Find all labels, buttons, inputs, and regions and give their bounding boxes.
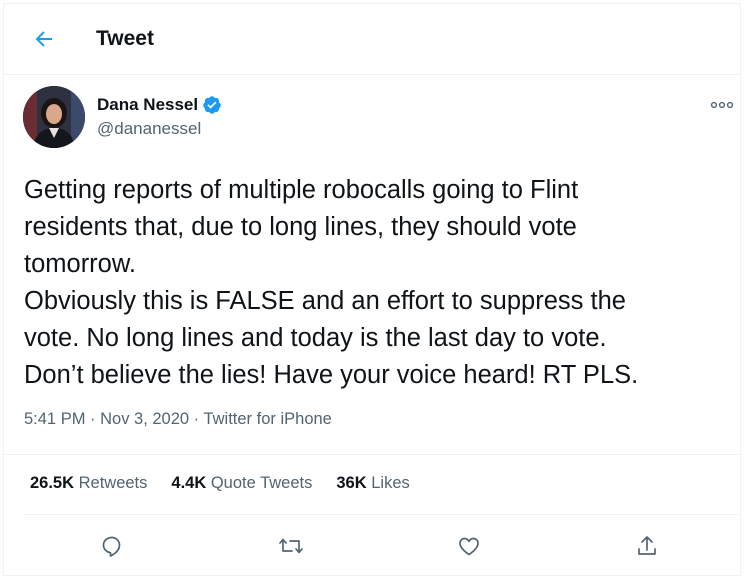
retweets-label: Retweets	[74, 474, 148, 492]
retweets-stat[interactable]: 26.5K Retweets	[30, 474, 147, 493]
avatar[interactable]	[23, 86, 85, 148]
divider	[24, 514, 739, 515]
share-button[interactable]	[632, 531, 662, 561]
author-name[interactable]: Dana Nessel	[97, 95, 222, 115]
reply-icon	[102, 536, 121, 557]
verified-badge-icon	[203, 96, 221, 114]
more-options-button[interactable]	[707, 94, 737, 116]
tweet-meta[interactable]: 5:41 PM · Nov 3, 2020 · Twitter for iPho…	[24, 410, 332, 429]
like-icon	[459, 537, 479, 556]
tweet-text: Getting reports of multiple robocalls go…	[24, 176, 639, 389]
likes-stat[interactable]: 36K Likes	[336, 474, 409, 493]
tweet-actions	[4, 519, 740, 575]
page-title: Tweet	[96, 27, 154, 50]
author-handle[interactable]: @dananessel	[97, 119, 201, 139]
avatar-photo	[23, 86, 85, 148]
quote-tweets-count: 4.4K	[171, 474, 207, 492]
author-name-text: Dana Nessel	[97, 95, 199, 114]
reply-button[interactable]	[97, 531, 127, 561]
likes-count: 36K	[336, 474, 367, 492]
retweets-count: 26.5K	[30, 474, 75, 492]
more-horizontal-icon	[710, 101, 734, 109]
back-button[interactable]	[26, 21, 62, 57]
retweet-icon	[279, 538, 303, 554]
share-icon	[638, 536, 656, 555]
likes-label: Likes	[366, 474, 410, 492]
tweet-frame: Tweet Dana Nessel @dananessel Getting re…	[3, 3, 741, 577]
quote-tweets-label: Quote Tweets	[206, 474, 313, 492]
tweet-stats: 26.5K Retweets 4.4K Quote Tweets 36K Lik…	[30, 474, 434, 493]
retweet-button[interactable]	[276, 531, 306, 561]
divider	[4, 575, 740, 576]
quote-tweets-stat[interactable]: 4.4K Quote Tweets	[171, 474, 312, 493]
like-button[interactable]	[454, 531, 484, 561]
arrow-left-icon	[35, 31, 52, 47]
divider	[4, 454, 740, 455]
page-header: Tweet	[4, 4, 740, 75]
